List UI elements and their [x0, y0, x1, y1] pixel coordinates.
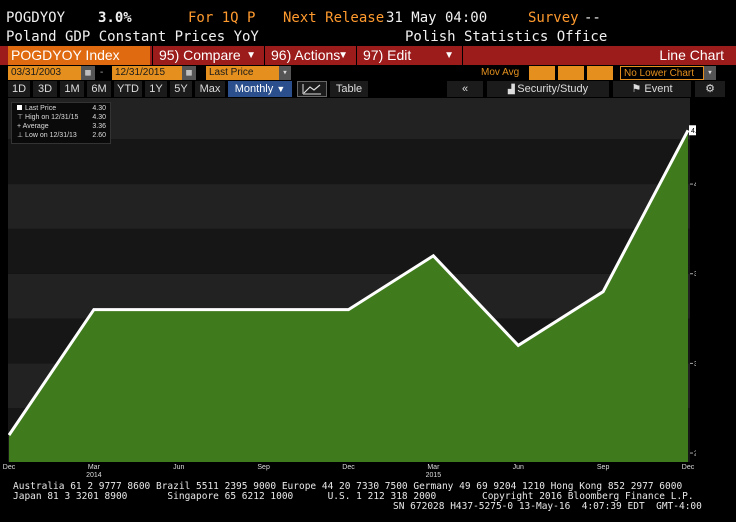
period-3d[interactable]: 3D	[33, 81, 57, 97]
security-study-button[interactable]: ▟ Security/Study	[487, 81, 609, 97]
y-tick-label: 3.00	[694, 361, 696, 368]
current-value: 3.0%	[98, 10, 132, 26]
x-tick-label: Sep	[257, 464, 270, 471]
survey-label: Survey	[528, 10, 579, 26]
y-tick-label: 4.00	[694, 182, 696, 189]
next-release-label: Next Release	[283, 10, 385, 26]
security-input[interactable]: POGDYOY Index	[8, 46, 150, 65]
lower-chart-chevron-down-icon[interactable]: ▾	[704, 66, 716, 80]
footer-line-3: SN 672028 H437-5275-0 13-May-16 4:07:39 …	[393, 501, 702, 512]
lower-chart-selector[interactable]: No Lower Chart	[620, 66, 704, 80]
period-ytd[interactable]: YTD	[114, 81, 142, 97]
gear-icon[interactable]: ⚙	[695, 81, 725, 97]
x-tick-label: Dec	[681, 464, 695, 471]
security-description: Poland GDP Constant Prices YoY	[6, 29, 259, 45]
mov-avg-input-1[interactable]	[529, 66, 555, 80]
background-band	[8, 139, 690, 185]
edit-label: 97) Edit	[363, 47, 412, 63]
range-separator: -	[100, 67, 104, 78]
x-tick-label: Jun	[512, 464, 524, 471]
mov-avg-input-2[interactable]	[558, 66, 584, 80]
start-calendar-icon[interactable]: ▦	[81, 66, 95, 80]
legend-swatch-icon	[17, 105, 22, 110]
compare-label: 95) Compare	[159, 47, 241, 63]
end-date-input[interactable]: 12/31/2015	[112, 66, 182, 80]
x-year-label: 2014	[86, 472, 102, 479]
last-value-label: 4.30	[691, 128, 696, 135]
background-band	[8, 228, 690, 274]
high-marker-icon: ⊤	[17, 114, 26, 121]
start-date-input[interactable]: 03/31/2003	[8, 66, 81, 80]
period-6m[interactable]: 6M	[87, 81, 111, 97]
data-source: Polish Statistics Office	[405, 29, 608, 45]
x-tick-label: Sep	[596, 464, 610, 471]
period-1y[interactable]: 1Y	[145, 81, 167, 97]
legend-average-value: 3.36	[92, 123, 106, 130]
period-1d[interactable]: 1D	[8, 81, 30, 97]
legend-high: ⊤ High on 12/31/15	[17, 114, 78, 122]
scroll-left-icon[interactable]: «	[447, 81, 483, 97]
x-tick-label: Dec	[342, 464, 355, 471]
x-tick-label: Mar	[427, 464, 440, 471]
security-study-label: Security/Study	[517, 83, 589, 95]
mov-avg-input-3[interactable]	[587, 66, 613, 80]
footer-contacts: Australia 61 2 9777 8600 Brazil 5511 239…	[0, 482, 736, 522]
frequency-chevron-down-icon: ▼	[276, 84, 286, 94]
field-chevron-down-icon[interactable]: ▾	[279, 66, 291, 80]
security-study-bar-icon: ▟	[507, 84, 518, 94]
legend-low: ⊥ Low on 12/31/13	[17, 132, 77, 140]
survey-value: --	[584, 10, 601, 26]
low-marker-icon: ⊥	[17, 132, 26, 139]
mov-avg-label: Mov Avg	[481, 67, 520, 78]
background-band	[8, 184, 690, 229]
flag-icon: ⚑	[631, 83, 645, 95]
x-tick-label: Mar	[87, 464, 100, 471]
period-label: For 1Q P	[188, 10, 256, 26]
end-calendar-icon[interactable]: ▦	[182, 66, 196, 80]
ticker-symbol: POGDYOY	[6, 10, 66, 26]
edit-chevron-down-icon: ▼	[444, 50, 454, 61]
y-tick-label: 2.50	[694, 451, 696, 458]
legend-last-price-value: 4.30	[92, 105, 106, 112]
legend-low-value: 2.60	[92, 132, 106, 139]
frequency-label: Monthly	[234, 83, 274, 95]
period-1m[interactable]: 1M	[60, 81, 84, 97]
legend-last-price: Last Price	[17, 105, 56, 113]
compare-button[interactable]: 95) Compare ▼	[152, 46, 262, 65]
line-chart-icon[interactable]	[297, 81, 327, 97]
chart-type-selector[interactable]: Line Chart	[462, 46, 730, 65]
legend-high-label: High on 12/31/15	[25, 114, 79, 121]
chart-legend: Last Price 4.30 ⊤ High on 12/31/15 4.30 …	[11, 102, 111, 144]
line-chart-glyph-icon	[302, 84, 321, 95]
actions-chevron-down-icon: ▼	[338, 50, 348, 61]
table-button[interactable]: Table	[330, 81, 368, 97]
period-5y[interactable]: 5Y	[170, 81, 192, 97]
legend-last-price-label: Last Price	[25, 105, 57, 112]
actions-button[interactable]: 96) Actions ▼	[264, 46, 354, 65]
event-label: Event	[644, 83, 673, 95]
legend-average: + Average	[17, 123, 49, 131]
actions-label: 96) Actions	[271, 47, 341, 63]
x-year-label: 2015	[425, 472, 442, 479]
field-selector[interactable]: Last Price	[206, 66, 279, 80]
y-tick-label: 3.50	[694, 271, 696, 278]
frequency-selector[interactable]: Monthly ▼	[228, 81, 292, 97]
event-button[interactable]: ⚑ Event	[613, 81, 691, 97]
edit-button[interactable]: 97) Edit ▼	[356, 46, 460, 65]
x-tick-label: Dec	[2, 464, 16, 471]
line-chart[interactable]: 2.50 3.00 3.50 4.00 4.30	[8, 98, 696, 462]
legend-low-label: Low on 12/31/13	[25, 132, 77, 139]
period-max[interactable]: Max	[195, 81, 225, 97]
x-tick-label: Jun	[173, 464, 185, 471]
next-release-date: 31 May 04:00	[386, 10, 488, 26]
legend-average-label: Average	[22, 123, 49, 130]
compare-chevron-down-icon: ▼	[246, 50, 256, 61]
legend-high-value: 4.30	[92, 114, 106, 121]
